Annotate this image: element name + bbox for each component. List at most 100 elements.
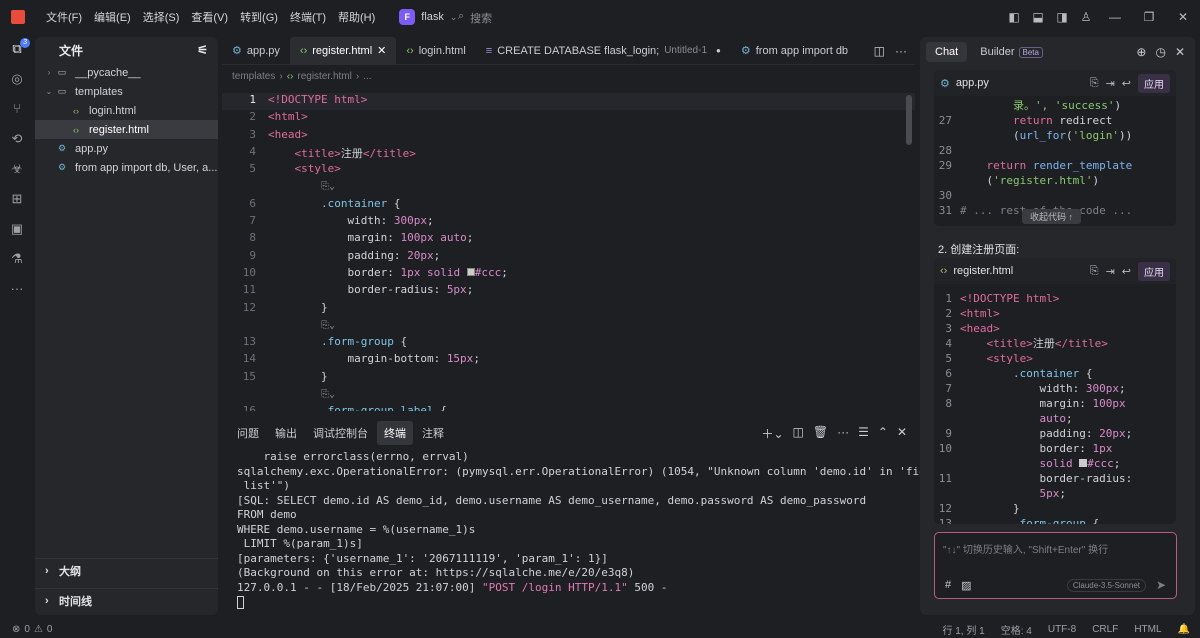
error-icon[interactable]: ⊗ [12,624,20,635]
panel-tab[interactable]: 调试控制台 [306,421,375,445]
history-icon[interactable]: ◷ [1155,45,1165,59]
tree-item[interactable]: ⚙ from app import db, User, a... [35,158,218,177]
new-terminal-icon[interactable]: ＋⌄ [761,425,783,442]
hash-icon[interactable]: # [945,579,951,592]
timeline-section[interactable]: › 时间线 [35,588,218,612]
wrap-icon[interactable]: ↩ [1122,265,1131,278]
extensions-icon[interactable]: ⊞ [0,184,34,214]
encoding[interactable]: UTF-8 [1048,624,1076,635]
line-ending[interactable]: CRLF [1092,624,1118,635]
chat-code-line: 9 padding: 20px; [934,426,1176,441]
editor-scrollbar[interactable] [906,95,912,145]
indent-setting[interactable]: 空格: 4 [1001,622,1032,637]
toggle-secondary-sidebar-icon[interactable]: ◨ [1050,10,1074,24]
bug-icon[interactable]: ☣ [0,154,34,184]
run-debug-icon[interactable]: ⟲ [0,124,34,154]
menu-item[interactable]: 终端(T) [284,9,332,25]
new-chat-icon[interactable]: ⊕ [1136,45,1146,59]
editor-tab[interactable]: ⚙ from app import db [731,37,858,65]
notifications-icon[interactable]: 🔔 [1178,624,1190,635]
tree-item[interactable]: ⌄ ▭ templates [35,82,218,101]
breadcrumb-item[interactable]: ... [363,71,371,82]
more-icon[interactable]: ··· [837,425,849,442]
close-panel-icon[interactable]: ✕ [897,425,907,442]
language-mode[interactable]: HTML [1134,624,1161,635]
terminal-cursor[interactable] [237,595,244,609]
terminal-line: 127.0.0.1 - - [18/Feb/2025 21:07:00] "PO… [237,581,915,596]
test-icon[interactable]: ⚗ [0,244,34,274]
insert-icon[interactable]: ⇥ [1106,265,1115,278]
chevron-right-icon: › [47,68,51,77]
tab-chat[interactable]: Chat [926,42,968,62]
toggle-panel-icon[interactable]: ⬓ [1026,10,1050,24]
send-icon[interactable]: ➤ [1156,578,1166,592]
title-bar: 文件(F) 编辑(E) 选择(S) 查看(V) 转到(G) 终端(T) 帮助(H) F fl… [0,0,1200,34]
search-view-icon[interactable]: ◎ [0,64,34,94]
panel-tab[interactable]: 终端 [377,421,413,445]
chat-input[interactable]: "↑↓" 切换历史输入, "Shift+Enter" 换行 # ▨ Claude-… [934,532,1177,599]
tree-item[interactable]: › ▭ __pycache__ [35,63,218,82]
collapse-code-button[interactable]: 收起代码 ↑ [1022,209,1082,224]
source-control-icon[interactable]: ⑂ [0,94,34,124]
copy-icon[interactable]: ⎘ [1090,265,1099,278]
line-number: 9 [945,427,952,440]
filter-icon[interactable]: ⚟ [197,43,208,57]
insert-icon[interactable]: ⇥ [1106,77,1115,90]
remote-icon[interactable]: ▣ [0,214,34,244]
menu-item[interactable]: 转到(G) [234,9,284,25]
panel-tab[interactable]: 输出 [268,421,304,445]
account-icon[interactable]: ♙ [1074,10,1098,24]
close-tab-icon[interactable]: ✕ [377,44,386,57]
editor-tab[interactable]: ⚙ app.py [222,37,290,65]
code-editor[interactable]: 1 <!DOCTYPE html> 2 <html> 3 <head> 4 <title>注… [222,93,915,411]
restore-button[interactable]: ❐ [1132,10,1166,24]
terminal-output[interactable]: raise errorclass(errno, errval) sqlalchem… [222,448,939,610]
menu-item[interactable]: 帮助(H) [332,9,381,25]
chevron-up-icon[interactable]: ⌃ [878,425,888,442]
editor-tab[interactable]: ‹› register.html ✕ [289,36,397,65]
panel-tab[interactable]: 问题 [230,421,266,445]
panel-tab[interactable]: 注释 [415,421,451,445]
cursor-position[interactable]: 行 1, 列 1 [942,622,984,637]
project-switcher[interactable]: F flask ⌄ [399,9,457,25]
trash-icon[interactable]: 🗑 [813,425,828,442]
image-icon[interactable]: ▨ [961,579,971,592]
tree-item[interactable]: ⚙ app.py [35,139,218,158]
wrap-icon[interactable]: ↩ [1122,77,1131,90]
copy-icon[interactable]: ⎘ [1090,77,1099,90]
menu-item[interactable]: 选择(S) [137,9,186,25]
minimize-button[interactable]: — [1098,10,1132,24]
close-button[interactable]: ✕ [1166,10,1200,24]
toggle-sidebar-icon[interactable]: ◧ [1002,10,1026,24]
close-chat-icon[interactable]: ✕ [1175,45,1185,59]
warning-icon[interactable]: ⚠ [34,624,43,635]
apply-button[interactable]: 应用 [1138,73,1170,93]
line-number: 11 [242,283,256,297]
search-box[interactable]: ⌕ 搜索 [458,10,492,26]
settings-icon[interactable]: ☰ [858,425,869,442]
outline-section[interactable]: › 大纲 [35,558,218,582]
html-file-icon: ‹› [73,105,79,116]
code-line: 14 margin-bottom: 15px; [222,352,915,369]
split-terminal-icon[interactable]: ◫ [793,425,804,442]
menu-item[interactable]: 查看(V) [185,9,234,25]
code-line: 8 margin: 100px auto; [222,231,915,248]
breadcrumb-item[interactable]: register.html [297,71,351,82]
tree-item[interactable]: ‹› login.html [35,101,218,120]
editor-tab[interactable]: ≡ CREATE DATABASE flask_login; Untitled-1 ● [476,37,731,65]
terminal-cursor-line[interactable] [237,595,915,610]
code-text: .form-group label { [320,404,447,411]
tree-item[interactable]: ‹› register.html [35,120,218,139]
split-editor-icon[interactable]: ◫ [874,44,885,58]
explorer-icon[interactable]: ⧉ 3 [0,34,34,64]
editor-tab[interactable]: ‹› login.html [396,37,475,65]
breadcrumb-item[interactable]: templates [232,71,275,82]
model-selector[interactable]: Claude-3.5-Sonnet [1066,579,1146,592]
menu-item[interactable]: 文件(F) [40,9,88,25]
more-actions-icon[interactable]: ··· [895,44,907,58]
modified-dot-icon[interactable]: ● [716,46,721,55]
more-icon[interactable]: ··· [0,274,34,304]
menu-item[interactable]: 编辑(E) [88,9,137,25]
apply-button[interactable]: 应用 [1138,261,1170,281]
tab-builder[interactable]: Builder Beta [971,42,1052,62]
